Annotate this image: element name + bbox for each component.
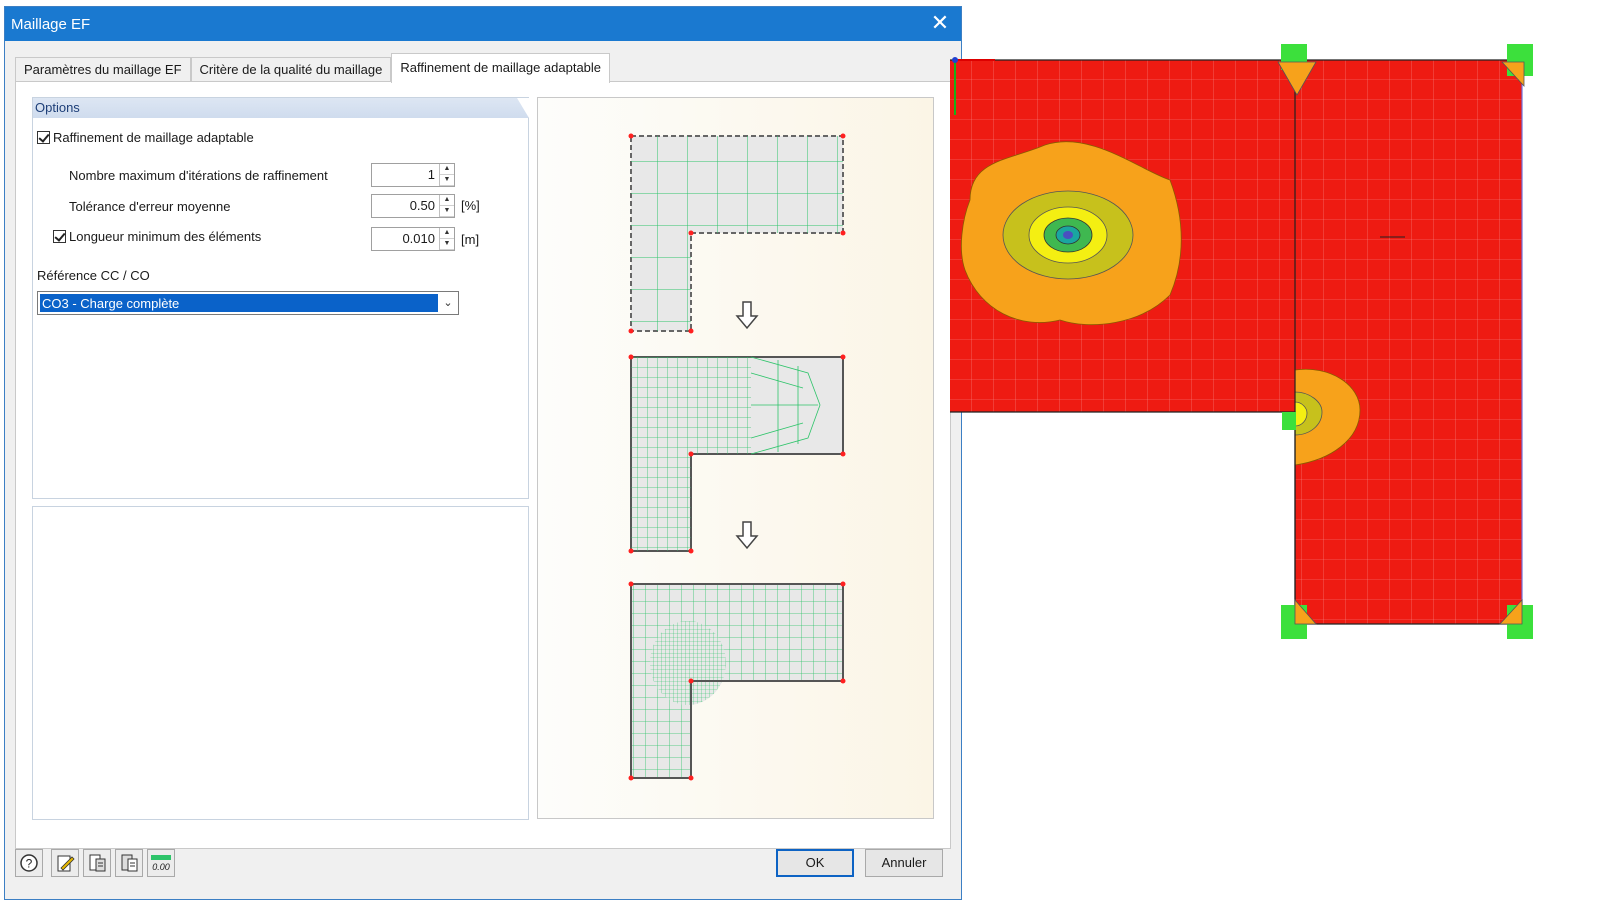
edit-button[interactable] xyxy=(51,849,79,877)
tab-mesh-quality[interactable]: Critère de la qualité du maillage xyxy=(190,57,392,82)
help-icon: ? xyxy=(20,854,38,872)
min-length-label: Longueur minimum des éléments xyxy=(69,229,262,244)
tolerance-label: Tolérance d'erreur moyenne xyxy=(69,199,231,214)
fe-contour-view[interactable] xyxy=(950,40,1550,650)
spin-down-icon[interactable]: ▼ xyxy=(440,206,454,217)
arrow-down-icon xyxy=(735,521,759,550)
reference-row: Référence CC / CO xyxy=(37,268,150,283)
svg-text:?: ? xyxy=(26,857,33,871)
check-icon xyxy=(54,230,66,242)
refinement-illustration xyxy=(628,133,846,781)
ok-button[interactable]: OK xyxy=(776,849,854,877)
adaptive-refinement-checkbox[interactable] xyxy=(37,131,50,144)
info-box xyxy=(32,506,529,820)
adaptive-refinement-row: Raffinement de maillage adaptable xyxy=(37,130,254,145)
export-icon xyxy=(121,854,138,872)
units-icon: 0.00 xyxy=(151,855,171,872)
contour-plot-canvas[interactable] xyxy=(950,40,1550,650)
tab-mesh-parameters[interactable]: Paramètres du maillage EF xyxy=(15,57,191,82)
min-length-unit: [m] xyxy=(461,232,480,247)
tab-adaptive-refinement[interactable]: Raffinement de maillage adaptable xyxy=(391,53,611,83)
max-iterations-stepper[interactable]: 1 ▲ ▼ xyxy=(371,163,455,187)
max-iterations-label: Nombre maximum d'itérations de raffineme… xyxy=(69,168,328,183)
spin-down-icon[interactable]: ▼ xyxy=(440,175,454,186)
min-length-value[interactable]: 0.010 xyxy=(372,228,439,250)
arrow-down-icon xyxy=(735,301,759,330)
tolerance-row: Tolérance d'erreur moyenne xyxy=(69,199,230,214)
spin-up-icon[interactable]: ▲ xyxy=(440,228,454,239)
min-length-checkbox[interactable] xyxy=(53,230,66,243)
tolerance-value[interactable]: 0.50 xyxy=(372,195,439,217)
reference-label: Référence CC / CO xyxy=(37,268,150,283)
dialog-title: Maillage EF xyxy=(11,15,91,33)
max-iterations-value[interactable]: 1 xyxy=(372,164,439,186)
edit-icon xyxy=(57,855,75,872)
import-button[interactable] xyxy=(83,849,111,877)
dialog-title-bar: Maillage EF ✕ xyxy=(5,7,961,41)
reference-combo[interactable]: CO3 - Charge complète ⌄ xyxy=(37,291,459,315)
chevron-down-icon[interactable]: ⌄ xyxy=(438,292,458,314)
units-button[interactable]: 0.00 xyxy=(147,849,175,877)
import-icon xyxy=(89,854,106,872)
cancel-button[interactable]: Annuler xyxy=(865,849,943,877)
spin-up-icon[interactable]: ▲ xyxy=(440,195,454,206)
tolerance-stepper[interactable]: 0.50 ▲ ▼ xyxy=(371,194,455,218)
check-icon xyxy=(38,131,50,143)
min-length-row: Longueur minimum des éléments xyxy=(53,229,261,244)
options-group: Options Raffinement de maillage adaptabl… xyxy=(32,97,529,499)
support-node[interactable] xyxy=(1282,412,1296,430)
adaptive-mesh-shape xyxy=(628,581,846,781)
refinement-preview xyxy=(537,97,934,819)
reference-selected-value[interactable]: CO3 - Charge complète xyxy=(40,294,438,312)
options-header: Options xyxy=(33,98,529,118)
min-length-stepper[interactable]: 0.010 ▲ ▼ xyxy=(371,227,455,251)
initial-mesh-shape xyxy=(628,133,846,334)
tolerance-unit: [%] xyxy=(461,198,480,213)
tab-panel: Options Raffinement de maillage adaptabl… xyxy=(15,81,951,849)
spin-up-icon[interactable]: ▲ xyxy=(440,164,454,175)
refined-mesh-shape xyxy=(628,354,846,554)
tab-bar: Paramètres du maillage EF Critère de la … xyxy=(15,53,611,83)
adaptive-refinement-label: Raffinement de maillage adaptable xyxy=(53,130,254,145)
export-button[interactable] xyxy=(115,849,143,877)
help-button[interactable]: ? xyxy=(15,849,43,877)
mesh-dialog: Maillage EF ✕ Paramètres du maillage EF … xyxy=(4,6,962,900)
spin-down-icon[interactable]: ▼ xyxy=(440,239,454,250)
max-iterations-row: Nombre maximum d'itérations de raffineme… xyxy=(69,168,328,183)
close-button[interactable]: ✕ xyxy=(925,11,955,37)
surface-right xyxy=(1295,60,1522,624)
units-icon-text: 0.00 xyxy=(152,862,170,872)
